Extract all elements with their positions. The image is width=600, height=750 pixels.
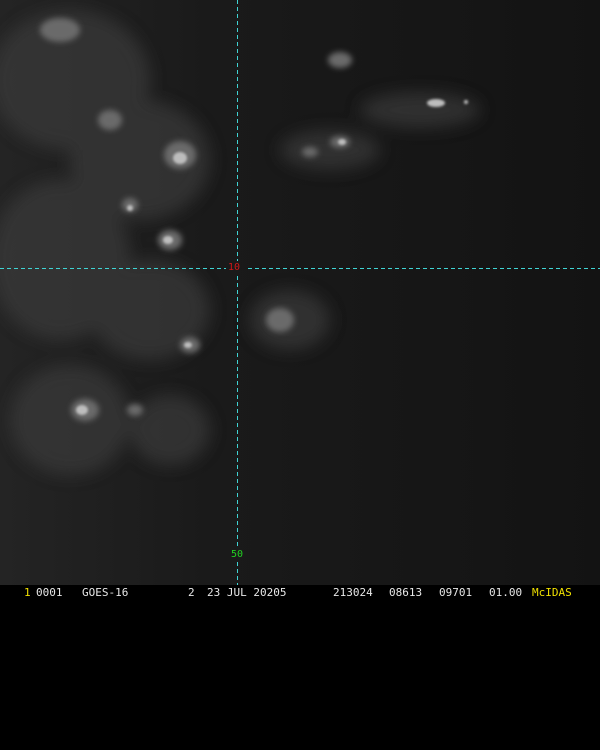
latitude-label: 10	[228, 262, 241, 273]
status-bar: 1 0001 GOES-16 2 23 JUL 20205 213024 086…	[0, 585, 600, 600]
date-text: 23 JUL 20205	[207, 586, 287, 599]
satellite-image	[0, 0, 600, 585]
field-a: 08613	[389, 586, 423, 599]
field-b: 09701	[439, 586, 473, 599]
frame-number: 1	[24, 586, 31, 599]
satellite-image-viewer: 10 50	[0, 0, 600, 600]
longitude-label: 50	[231, 549, 244, 560]
frame-id: 0001	[36, 586, 63, 599]
band-number: 2	[188, 586, 195, 599]
satellite-name: GOES-16	[82, 586, 129, 599]
scale-text: 01.00	[489, 586, 523, 599]
time-text: 213024	[333, 586, 373, 599]
software-label: McIDAS	[532, 586, 572, 599]
